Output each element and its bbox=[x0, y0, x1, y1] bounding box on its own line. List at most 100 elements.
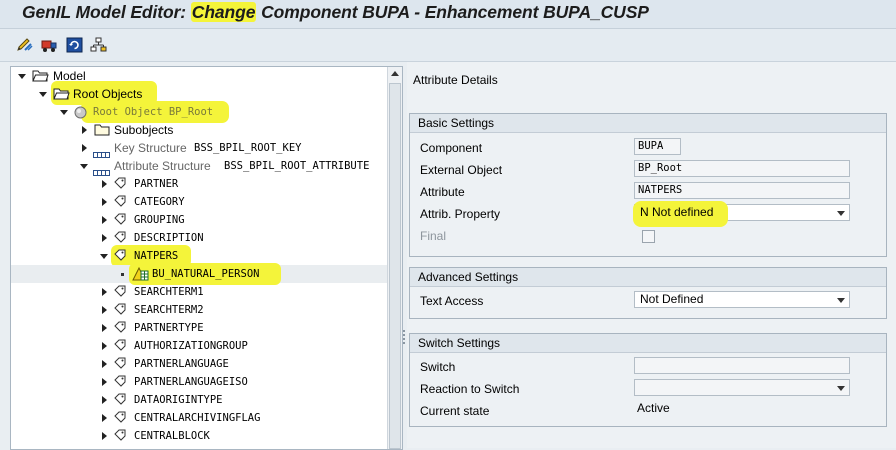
tree-label-attribute: CENTRALARCHIVINGFLAG bbox=[134, 412, 261, 424]
window-title: GenIL Model Editor: Change Component BUP… bbox=[22, 2, 649, 23]
switch-field[interactable] bbox=[634, 357, 850, 374]
tree-node-bu-natural-person[interactable]: BU_NATURAL_PERSON bbox=[11, 263, 388, 285]
collapse-arrow-icon[interactable] bbox=[102, 396, 107, 404]
tree-node-subobjects[interactable]: Subobjects bbox=[11, 121, 388, 139]
basic-settings-header: Basic Settings bbox=[410, 114, 886, 133]
tree-label-attribute: PARTNERTYPE bbox=[134, 322, 204, 334]
tree-label-attribute: CENTRALBLOCK bbox=[134, 430, 210, 442]
tree-label-subobjects: Subobjects bbox=[114, 123, 174, 137]
tree-label-attribute: PARTNER bbox=[134, 178, 179, 190]
component-field[interactable]: BUPA bbox=[634, 138, 681, 155]
collapse-arrow-icon[interactable] bbox=[82, 126, 87, 134]
component-label: Component bbox=[420, 141, 483, 155]
dropdown-arrow-icon[interactable] bbox=[837, 211, 845, 216]
tree-label-attribute: PARTNERLANGUAGE bbox=[134, 358, 229, 370]
display-change-icon[interactable] bbox=[16, 37, 33, 53]
advanced-settings-group: Advanced Settings Text Access Not Define… bbox=[409, 267, 887, 319]
text-access-label: Text Access bbox=[420, 294, 484, 308]
expand-arrow-icon[interactable] bbox=[80, 164, 88, 169]
tree-node-attribute[interactable]: PARTNER bbox=[11, 175, 388, 193]
tree-label-key-structure-name: BSS_BPIL_ROOT_KEY bbox=[194, 142, 302, 154]
tree-label-attribute: SEARCHTERM2 bbox=[134, 304, 204, 316]
collapse-arrow-icon[interactable] bbox=[102, 216, 107, 224]
reaction-to-switch-label: Reaction to Switch bbox=[420, 382, 520, 396]
attrib-property-dropdown[interactable]: N Not defined bbox=[633, 201, 850, 227]
tree-node-attribute[interactable]: AUTHORIZATIONGROUP bbox=[11, 337, 388, 355]
hierarchy-icon[interactable] bbox=[90, 37, 107, 53]
leaf-bullet-icon bbox=[121, 273, 124, 276]
attribute-tag-icon bbox=[114, 429, 128, 448]
model-tree[interactable]: Model Root Objects Root Object BP_Root S… bbox=[10, 66, 403, 450]
attribute-field[interactable]: NATPERS bbox=[634, 182, 850, 199]
title-prefix: GenIL Model Editor: bbox=[22, 2, 191, 22]
scroll-up-arrow-icon[interactable] bbox=[388, 67, 402, 81]
transport-icon[interactable] bbox=[41, 37, 58, 53]
tree-label-attribute: GROUPING bbox=[134, 214, 185, 226]
tree-label-root-object: Root Object BP_Root bbox=[93, 106, 214, 118]
tree-label-attr-structure-name: BSS_BPIL_ROOT_ATTRIBUTE bbox=[224, 160, 370, 172]
collapse-arrow-icon[interactable] bbox=[102, 378, 107, 386]
switch-label: Switch bbox=[420, 360, 456, 374]
tree-label-attribute: DATAORIGINTYPE bbox=[134, 394, 223, 406]
expand-arrow-icon[interactable] bbox=[39, 92, 47, 97]
title-bar: GenIL Model Editor: Change Component BUP… bbox=[0, 0, 896, 29]
collapse-arrow-icon[interactable] bbox=[102, 288, 107, 296]
tree-node-attribute[interactable]: SEARCHTERM2 bbox=[11, 301, 388, 319]
tree-node-attribute[interactable]: PARTNERLANGUAGE bbox=[11, 355, 388, 373]
collapse-arrow-icon[interactable] bbox=[102, 360, 107, 368]
title-change-highlight: Change bbox=[190, 2, 257, 22]
external-object-label: External Object bbox=[420, 163, 503, 177]
attribute-label: Attribute bbox=[420, 185, 465, 199]
final-label: Final bbox=[420, 229, 447, 243]
collapse-arrow-icon[interactable] bbox=[102, 180, 107, 188]
expand-arrow-icon[interactable] bbox=[60, 110, 68, 115]
switch-settings-group: Switch Settings Switch Reaction to Switc… bbox=[409, 333, 887, 427]
application-toolbar bbox=[0, 29, 896, 62]
details-title: Attribute Details bbox=[413, 73, 498, 87]
scroll-thumb[interactable] bbox=[389, 83, 401, 449]
tree-label-bu-natural-person: BU_NATURAL_PERSON bbox=[152, 268, 260, 280]
external-object-field[interactable]: BP_Root bbox=[634, 160, 850, 177]
tree-node-root-object-bp-root[interactable]: Root Object BP_Root bbox=[11, 101, 388, 123]
tree-node-attribute-structure[interactable]: Attribute Structure BSS_BPIL_ROOT_ATTRIB… bbox=[11, 157, 388, 176]
collapse-arrow-icon[interactable] bbox=[102, 234, 107, 242]
attribute-details-pane: Attribute Details Basic Settings Compone… bbox=[407, 62, 896, 448]
expand-arrow-icon[interactable] bbox=[100, 254, 108, 259]
tree-node-attribute[interactable]: DATAORIGINTYPE bbox=[11, 391, 388, 409]
tree-label-attribute: PARTNERLANGUAGEISO bbox=[134, 376, 248, 388]
tree-node-attribute[interactable]: CENTRALBLOCK bbox=[11, 427, 388, 445]
current-state-value: Active bbox=[637, 401, 670, 415]
reaction-to-switch-dropdown[interactable] bbox=[634, 379, 850, 396]
current-state-label: Current state bbox=[420, 404, 490, 418]
basic-settings-group: Basic Settings Component BUPA External O… bbox=[409, 113, 887, 257]
text-access-value: Not Defined bbox=[640, 292, 704, 306]
refresh-icon[interactable] bbox=[66, 37, 83, 53]
tree-node-attribute[interactable]: PARTNERLANGUAGEISO bbox=[11, 373, 388, 391]
text-access-dropdown[interactable]: Not Defined bbox=[634, 291, 850, 308]
tree-node-attribute[interactable]: PARTNERTYPE bbox=[11, 319, 388, 337]
tree-node-key-structure[interactable]: Key Structure BSS_BPIL_ROOT_KEY bbox=[11, 139, 388, 158]
attrib-property-label: Attrib. Property bbox=[420, 207, 501, 221]
tree-node-attribute[interactable]: DESCRIPTION bbox=[11, 229, 388, 247]
collapse-arrow-icon[interactable] bbox=[102, 198, 107, 206]
tree-node-attribute[interactable]: CENTRALARCHIVINGFLAG bbox=[11, 409, 388, 427]
tree-node-attribute[interactable]: SEARCHTERM1 bbox=[11, 283, 388, 301]
tree-label-attr-structure-prefix: Attribute Structure bbox=[114, 159, 211, 173]
tree-node-attribute[interactable]: GROUPING bbox=[11, 211, 388, 229]
advanced-settings-header: Advanced Settings bbox=[410, 268, 886, 287]
dropdown-arrow-icon[interactable] bbox=[837, 386, 845, 391]
tree-label-attribute: SEARCHTERM1 bbox=[134, 286, 204, 298]
expand-arrow-icon[interactable] bbox=[18, 74, 26, 79]
tree-label-key-structure-prefix: Key Structure bbox=[114, 141, 187, 155]
dropdown-arrow-icon[interactable] bbox=[837, 298, 845, 303]
collapse-arrow-icon[interactable] bbox=[102, 306, 107, 314]
tree-vertical-scrollbar[interactable] bbox=[387, 67, 402, 449]
final-checkbox[interactable] bbox=[642, 230, 655, 243]
tree-node-attribute[interactable]: CATEGORY bbox=[11, 193, 388, 211]
tree-label-attribute: AUTHORIZATIONGROUP bbox=[134, 340, 248, 352]
collapse-arrow-icon[interactable] bbox=[102, 342, 107, 350]
collapse-arrow-icon[interactable] bbox=[102, 432, 107, 440]
collapse-arrow-icon[interactable] bbox=[102, 324, 107, 332]
collapse-arrow-icon[interactable] bbox=[82, 144, 87, 152]
collapse-arrow-icon[interactable] bbox=[102, 414, 107, 422]
